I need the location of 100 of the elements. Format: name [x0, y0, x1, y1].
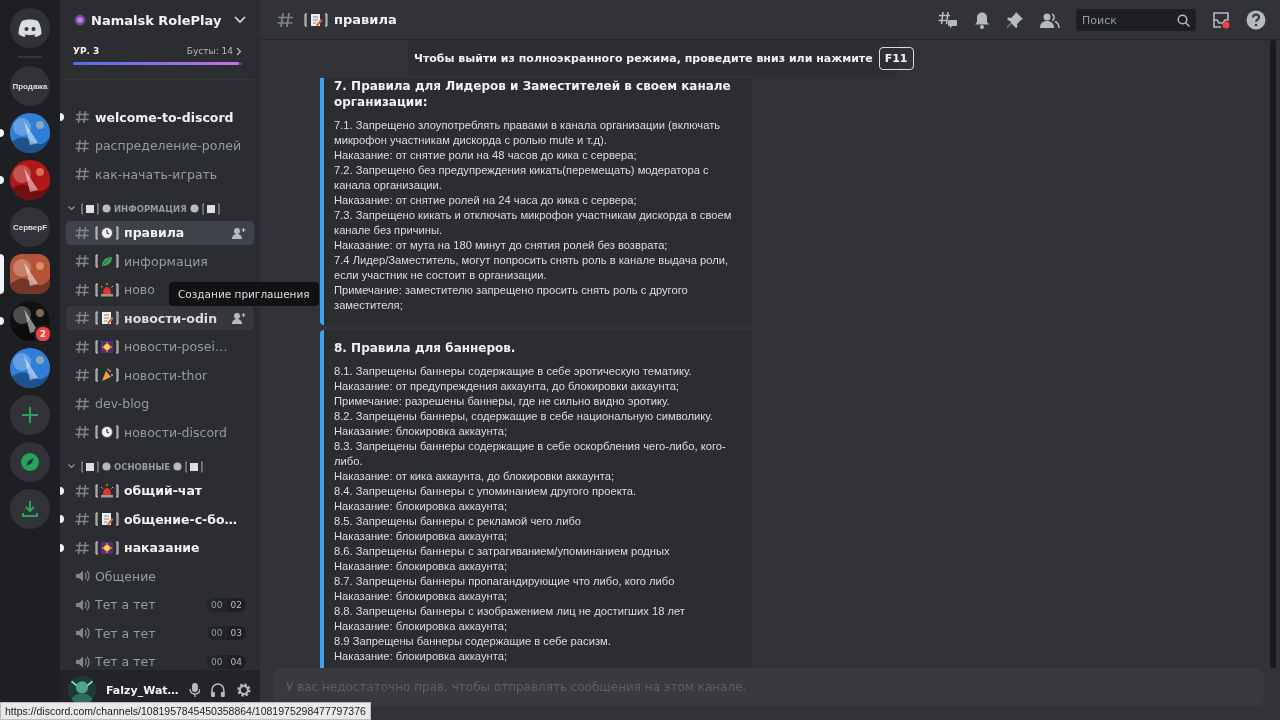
voice-channel-item[interactable]: Тет а тет 00 04: [66, 649, 254, 670]
search-icon: [1177, 13, 1190, 27]
embed-text: Наказание: блокировка аккаунта;: [334, 559, 508, 574]
hashtag-icon: [74, 539, 90, 556]
embed-text: 7.3. Запрещено кикать и отключать микрофон участникам дискорда в своем канале без причины.: [334, 208, 733, 238]
voice-channel-item[interactable]: Тет а тет 00 02: [66, 592, 254, 617]
home-button[interactable]: [10, 8, 50, 48]
channel-item[interactable]: новости-posei…: [66, 334, 254, 359]
embed-text: Наказание: блокировка аккаунта;: [334, 499, 508, 514]
embed-text: Наказание: от предупреждения аккаунта, до блокировки аккаунта;: [334, 379, 680, 394]
embed-title: 8. Правила для баннеров.: [334, 340, 517, 356]
hashtag-icon: [74, 367, 90, 383]
compass-icon: [20, 452, 40, 472]
bell-icon[interactable]: [974, 10, 990, 29]
server-button[interactable]: [10, 254, 50, 294]
category-mark-icon: [173, 462, 182, 471]
discord-logo-icon: [17, 18, 43, 38]
embed-text: 7.2. Запрещено без предупреждения кикать(перемещать) модератора с канала организации.: [334, 163, 710, 193]
embed-text: Наказание: блокировка аккаунта;: [334, 424, 508, 439]
boost-count[interactable]: Бусты: 14: [186, 46, 233, 56]
hashtag-icon: [74, 511, 90, 527]
channel-item[interactable]: общение-с-бо…: [66, 507, 254, 531]
embed-text: 8.4. Запрещены баннеры с упоминанием другого проекта.: [334, 484, 638, 499]
user-count: 00: [207, 654, 227, 669]
channel-item[interactable]: правила: [66, 220, 254, 245]
key-hint: F11: [878, 46, 914, 70]
boost-gem-icon: [74, 14, 86, 26]
explore-button[interactable]: [10, 442, 50, 482]
channel-item[interactable]: welcome-to-discord: [66, 105, 254, 129]
channel-item[interactable]: распределение-ролей: [66, 133, 254, 158]
settings-icon[interactable]: [236, 682, 252, 698]
server-button[interactable]: [10, 113, 50, 153]
channel-item[interactable]: наказание: [66, 535, 254, 560]
server-button[interactable]: СерверF: [10, 207, 50, 247]
category-ornament-icon: [185, 460, 203, 473]
add-member-icon[interactable]: [232, 312, 246, 324]
embed-text: Наказание: от снятие ролей на 24 часа до кика с сервера;: [334, 193, 638, 208]
headphones-icon[interactable]: [210, 682, 227, 698]
notification-badge: 2: [34, 325, 52, 343]
hashtag-icon: [74, 224, 90, 241]
channel-item[interactable]: новости-discord: [66, 420, 254, 444]
scrollbar[interactable]: [1270, 40, 1276, 668]
embed-title: 7. Правила для Лидеров и Заместителей в своем канале организации:: [334, 78, 732, 110]
inbox-icon[interactable]: [1212, 10, 1230, 29]
hashtag-icon: [74, 395, 90, 412]
threads-icon[interactable]: [938, 10, 958, 29]
embed-text: Наказание: от снятие роли на 48 часов до кика с сервера;: [334, 148, 638, 163]
server-button[interactable]: [10, 160, 50, 200]
boost-level: УР. 3: [73, 46, 101, 56]
search-field[interactable]: Поиск: [1076, 9, 1196, 31]
user-limit: 02: [226, 597, 246, 612]
voice-channel-item[interactable]: Тет а тет 00 03: [66, 621, 254, 645]
category-name[interactable]: ОСНОВНЫЕ: [114, 461, 170, 472]
server-button[interactable]: [10, 348, 50, 388]
embed-text: 8.8. Запрещены баннеры с изображением лиц не достигших 18 лет: [334, 604, 686, 619]
embed-text: Наказание: от мута на 180 минут до снятия ролей без возврата;: [334, 238, 669, 253]
speaker-icon: [74, 625, 90, 641]
embed-text: Примечание: заместителю запрещено просить снять роль с другого заместителя;: [334, 283, 689, 313]
status-url: https://discord.com/channels/1081957845450358864/1081975298477797376: [0, 702, 371, 720]
username: Falzy_Wat…: [106, 683, 179, 697]
hashtag-icon: [74, 137, 90, 154]
members-icon[interactable]: [1040, 11, 1060, 28]
hashtag-icon: [74, 310, 90, 326]
embed-text: Наказание: от кика аккаунта, до блокировки аккаунта;: [334, 469, 615, 484]
embed-text: 8.6. Запрещены баннеры с затрагиванием/упоминанием родных: [334, 544, 671, 559]
chevron-right-icon: [236, 46, 242, 56]
embed-text: Наказание: блокировка аккаунта;: [334, 619, 508, 634]
server-name: Namalsk RolePlay: [91, 12, 223, 28]
plus-icon: [21, 406, 39, 424]
server-button[interactable]: [10, 301, 50, 341]
add-server-button[interactable]: [10, 395, 50, 435]
category-ornament-icon: [81, 460, 99, 473]
category-name[interactable]: ИНФОРМАЦИЯ: [114, 203, 187, 214]
download-icon: [21, 500, 39, 518]
channel-item[interactable]: общий-чат: [66, 478, 254, 503]
category-mark-icon: [189, 204, 199, 213]
speaker-icon: [74, 568, 90, 584]
embed-text: Наказание: блокировка аккаунта;: [334, 529, 508, 544]
embed-text: Примечание: разрешены баннеры, где не сильно видно эротику.: [334, 394, 671, 409]
server-button[interactable]: Продажа: [10, 66, 50, 106]
embed-text: 7.4 Лидер/Заместитель, могут попросить снять роль в канале выдача роли, если участник не состоит в организации.: [334, 253, 730, 283]
download-button[interactable]: [10, 489, 50, 529]
chevron-down-icon: [234, 16, 246, 24]
pin-icon[interactable]: [1006, 10, 1024, 29]
microphone-icon[interactable]: [188, 682, 201, 698]
user-count: 00: [207, 626, 227, 640]
channel-item[interactable]: как-начать-играть: [66, 162, 254, 186]
hashtag-icon: [74, 281, 90, 298]
channel-item[interactable]: новости-thor: [66, 363, 254, 387]
server-header[interactable]: Namalsk RolePlay: [60, 0, 260, 40]
add-member-icon[interactable]: [232, 226, 246, 239]
voice-channel-item[interactable]: Общение: [66, 564, 254, 588]
help-icon[interactable]: [1246, 9, 1266, 30]
category-mark-icon: [102, 204, 111, 213]
hashtag-icon: [74, 338, 90, 355]
channel-item[interactable]: новости-odin: [66, 306, 254, 330]
embed-text: Наказание: блокировка аккаунта;: [334, 649, 508, 664]
channel-item[interactable]: dev-blog: [66, 391, 254, 416]
channel-item[interactable]: информация: [66, 249, 254, 273]
hashtag-icon: [74, 482, 90, 499]
